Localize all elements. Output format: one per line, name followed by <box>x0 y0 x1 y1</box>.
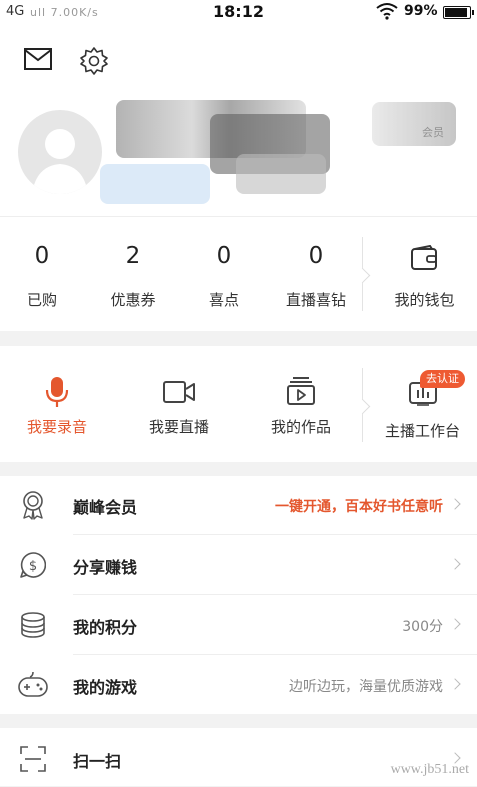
stat-value: 0 <box>308 243 324 269</box>
stat-value: 0 <box>216 243 232 269</box>
divider <box>73 534 477 535</box>
chevron-right-icon <box>449 618 461 630</box>
creator-actions: 我要录音 我要直播 我的作品 主播工作台 <box>0 346 477 462</box>
mail-icon[interactable] <box>24 48 52 70</box>
stat-label: 优惠券 <box>110 291 156 309</box>
stat-live-diamonds[interactable]: 0 直播喜钻 <box>268 217 364 331</box>
chevron-right-icon <box>449 498 461 510</box>
watermark: www.jb51.net <box>390 762 469 777</box>
gamepad-icon <box>18 671 48 697</box>
action-label: 我要直播 <box>148 418 209 436</box>
action-label: 我的作品 <box>270 418 331 436</box>
menu-list: 巅峰会员 一键开通，百本好书任意听 $ 分享赚钱 我的积分 300分 我的游戏 … <box>0 476 477 714</box>
anchor-workbench-button[interactable]: 主播工作台 <box>368 346 477 462</box>
medal-icon <box>23 491 43 520</box>
member-tag[interactable]: 会员 <box>372 102 456 146</box>
battery-percent: 99% <box>404 3 438 19</box>
battery-icon <box>443 6 474 19</box>
item-title: 分享赚钱 <box>73 558 138 577</box>
list-item-vip[interactable]: 巅峰会员 一键开通，百本好书任意听 <box>0 476 477 535</box>
gear-icon[interactable] <box>79 46 109 76</box>
play-box-icon <box>287 377 315 405</box>
divider <box>73 594 477 595</box>
chevron-right-icon <box>449 678 461 690</box>
default-user-icon <box>32 129 88 194</box>
blurred-level <box>100 164 210 204</box>
item-value: 一键开通，百本好书任意听 <box>275 499 443 515</box>
wallet-icon <box>411 245 437 270</box>
stat-value: 2 <box>125 243 141 269</box>
list-item-scan[interactable]: 扫一扫 <box>0 728 477 787</box>
stat-label: 已购 <box>26 291 57 309</box>
go-live-button[interactable]: 我要直播 <box>122 346 236 462</box>
divider <box>73 654 477 655</box>
member-tag-label: 会员 <box>422 126 444 139</box>
list-item-games[interactable]: 我的游戏 边听边玩，海量优质游戏 <box>0 656 477 715</box>
item-value: 边听边玩，海量优质游戏 <box>289 679 443 695</box>
stats-row: 0 已购 2 优惠券 0 喜点 0 直播喜钻 我的钱包 <box>0 216 477 331</box>
blurred-info <box>236 154 326 194</box>
stat-label: 直播喜钻 <box>285 291 346 309</box>
item-title: 扫一扫 <box>73 752 122 771</box>
avatar[interactable] <box>18 110 102 194</box>
item-title: 我的游戏 <box>73 678 138 697</box>
stat-coupons[interactable]: 2 优惠券 <box>86 217 180 331</box>
wifi-icon <box>376 3 398 20</box>
profile-header: 会员 <box>0 24 477 216</box>
my-works-button[interactable]: 我的作品 <box>244 346 358 462</box>
item-value: 300分 <box>402 619 443 635</box>
stat-purchased[interactable]: 0 已购 <box>0 217 84 331</box>
item-title: 巅峰会员 <box>73 498 138 517</box>
status-bar: 4G ull 7.00K/s 18:12 99% <box>0 0 477 24</box>
coins-icon <box>21 612 45 638</box>
action-label: 我要录音 <box>26 418 87 436</box>
verify-badge[interactable]: 去认证 <box>420 370 465 388</box>
chevron-right-icon <box>449 558 461 570</box>
list-item-points[interactable]: 我的积分 300分 <box>0 596 477 655</box>
stat-value: 0 <box>34 243 50 269</box>
stat-label: 喜点 <box>208 291 239 309</box>
action-label: 主播工作台 <box>384 422 460 440</box>
dollar-icon: $ <box>20 552 46 578</box>
video-camera-icon <box>163 381 195 403</box>
wallet-label: 我的钱包 <box>394 291 455 309</box>
svg-text:$: $ <box>29 559 37 574</box>
scan-icon <box>20 746 46 772</box>
record-audio-button[interactable]: 我要录音 <box>0 346 114 462</box>
microphone-icon <box>45 377 69 407</box>
stat-xidian[interactable]: 0 喜点 <box>180 217 268 331</box>
list-item-share-earn[interactable]: $ 分享赚钱 <box>0 536 477 595</box>
wallet-button[interactable]: 我的钱包 <box>372 217 477 331</box>
item-title: 我的积分 <box>73 618 138 637</box>
